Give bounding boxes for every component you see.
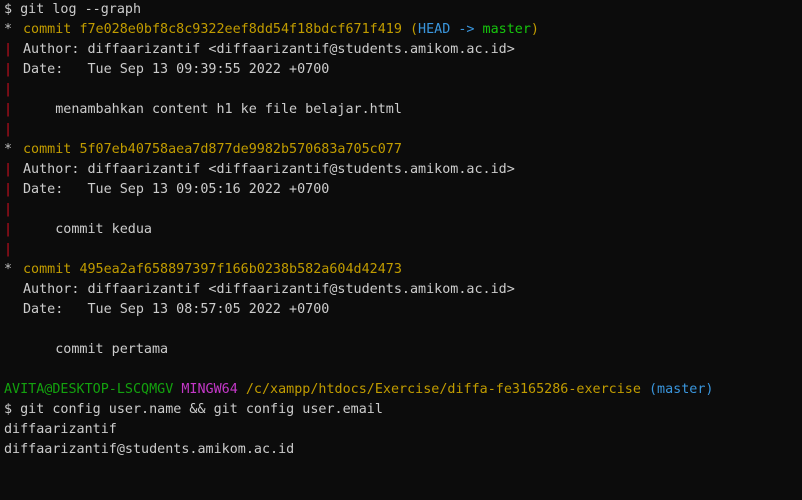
prompt-user-host: AVITA@DESKTOP-LSCQMGV <box>4 382 174 397</box>
prompt-symbol: $ <box>4 402 13 417</box>
graph-edge: | <box>4 62 13 77</box>
author-text: Author: diffaarizantif <diffaarizantif@s… <box>23 282 515 297</box>
date-text: Date: Tue Sep 13 08:57:05 2022 +0700 <box>23 302 330 317</box>
graph-node: * <box>4 262 13 277</box>
prompt-symbol: $ <box>4 2 13 17</box>
terminal-window[interactable]: $ git log --graph * commit f7e028e0bf8c8… <box>0 0 802 463</box>
output-line: diffaarizantif <box>4 420 802 440</box>
command-text: git log --graph <box>20 2 142 17</box>
prompt-branch: (master) <box>648 382 714 397</box>
head-ref: HEAD <box>418 22 451 37</box>
terminal-scrollbar[interactable] <box>796 0 802 463</box>
graph-node: * <box>4 142 13 157</box>
commit-hash: 5f07eb40758aea7d877de9982b570683a705c077 <box>79 142 402 157</box>
graph-edge: | <box>4 202 13 217</box>
shell-prompt: AVITA@DESKTOP-LSCQMGV MINGW64 /c/xampp/h… <box>4 380 802 400</box>
author-line: | Author: diffaarizantif <diffaarizantif… <box>4 40 802 60</box>
graph-node: * <box>4 22 13 37</box>
graph-edge: | <box>4 182 13 197</box>
commit-message: commit kedua <box>23 222 152 237</box>
ref-open: ( <box>409 22 419 37</box>
prompt-path: /c/xampp/htdocs/Exercise/diffa-fe3165286… <box>245 382 641 397</box>
ref-close: ) <box>530 22 539 37</box>
output-line: diffaarizantif@students.amikom.ac.id <box>4 440 802 460</box>
commit-line: * commit 495ea2af658897397f166b0238b582a… <box>4 260 802 280</box>
message-line: | menambahkan content h1 ke file belajar… <box>4 100 802 120</box>
commit-message: commit pertama <box>23 342 169 357</box>
graph-edge: | <box>4 42 13 57</box>
graph-edge: | <box>4 162 13 177</box>
graph-edge: | <box>4 222 13 237</box>
blank-line: | <box>4 120 802 140</box>
message-line: commit pertama <box>4 340 802 360</box>
date-line: | Date: Tue Sep 13 09:39:55 2022 +0700 <box>4 60 802 80</box>
blank-line: | <box>4 200 802 220</box>
commit-hash: f7e028e0bf8c8c9322eef8dd54f18bdcf671f419 <box>79 22 402 37</box>
date-line: | Date: Tue Sep 13 09:05:16 2022 +0700 <box>4 180 802 200</box>
ref-arrow: -> <box>458 22 475 37</box>
graph-edge: | <box>4 122 13 137</box>
commit-hash: 495ea2af658897397f166b0238b582a604d42473 <box>79 262 402 277</box>
command-text: git config user.name && git config user.… <box>20 402 383 417</box>
message-line: | commit kedua <box>4 220 802 240</box>
author-line: | Author: diffaarizantif <diffaarizantif… <box>4 160 802 180</box>
graph-edge: | <box>4 242 13 257</box>
command-line: $ git config user.name && git config use… <box>4 400 802 420</box>
output-user-email: diffaarizantif@students.amikom.ac.id <box>4 442 295 457</box>
commit-label: commit <box>23 22 72 37</box>
commit-line: * commit 5f07eb40758aea7d877de9982b57068… <box>4 140 802 160</box>
branch-ref: master <box>482 22 531 37</box>
author-line: Author: diffaarizantif <diffaarizantif@s… <box>4 280 802 300</box>
blank-line: | <box>4 80 802 100</box>
commit-label: commit <box>23 142 72 157</box>
graph-edge: | <box>4 102 13 117</box>
output-user-name: diffaarizantif <box>4 422 117 437</box>
author-text: Author: diffaarizantif <diffaarizantif@s… <box>23 162 515 177</box>
command-line: $ git log --graph <box>4 0 802 20</box>
commit-label: commit <box>23 262 72 277</box>
date-text: Date: Tue Sep 13 09:05:16 2022 +0700 <box>23 182 330 197</box>
blank-line: | <box>4 240 802 260</box>
prompt-system: MINGW64 <box>181 382 238 397</box>
commit-line: * commit f7e028e0bf8c8c9322eef8dd54f18bd… <box>4 20 802 40</box>
commit-message: menambahkan content h1 ke file belajar.h… <box>23 102 402 117</box>
date-text: Date: Tue Sep 13 09:39:55 2022 +0700 <box>23 62 330 77</box>
graph-edge: | <box>4 82 13 97</box>
author-text: Author: diffaarizantif <diffaarizantif@s… <box>23 42 515 57</box>
date-line: Date: Tue Sep 13 08:57:05 2022 +0700 <box>4 300 802 320</box>
